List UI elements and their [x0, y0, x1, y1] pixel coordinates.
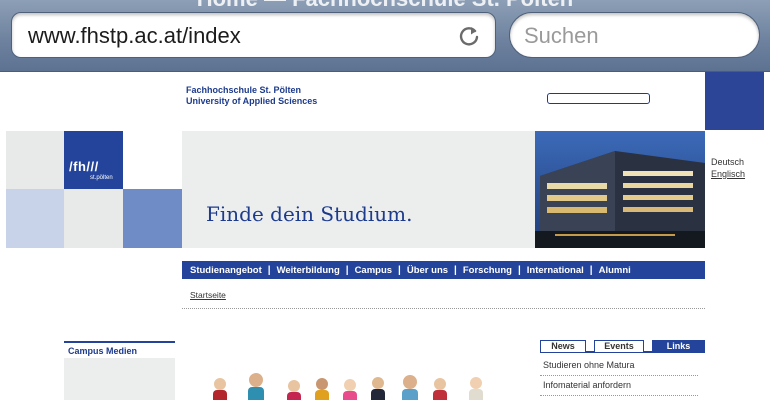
link-studieren-ohne-matura[interactable]: Studieren ohne Matura	[540, 356, 698, 376]
decor-square	[6, 189, 64, 248]
nav-separator: |	[345, 264, 349, 276]
campus-medien-box	[64, 358, 175, 400]
tab-news[interactable]: News	[540, 340, 586, 352]
main-nav: Studienangebot | Weiterbildung | Campus …	[182, 261, 705, 279]
nav-item-studienangebot[interactable]: Studienangebot	[190, 265, 262, 276]
campus-medien-heading[interactable]: Campus Medien	[64, 341, 175, 357]
divider	[182, 308, 705, 309]
url-bar[interactable]: www.fhstp.ac.at/index	[11, 12, 496, 58]
students-photo	[213, 373, 483, 400]
browser-toolbar: Home — Fachhochschule St. Pölten www.fhs…	[0, 0, 770, 72]
browser-search-input[interactable]	[524, 23, 744, 49]
breadcrumb-home[interactable]: Startseite	[190, 290, 226, 300]
institution-name-de: Fachhochschule St. Pölten	[186, 85, 302, 95]
decor-square	[64, 189, 123, 248]
fh-logo-subtext: st.pölten	[90, 175, 113, 181]
nav-item-alumni[interactable]: Alumni	[599, 265, 631, 276]
institution-name[interactable]: Fachhochschule St. Pölten University of …	[186, 85, 317, 107]
tab-events[interactable]: Events	[594, 340, 644, 352]
nav-item-ueber-uns[interactable]: Über uns	[407, 265, 448, 276]
language-link-english[interactable]: Englisch	[711, 169, 745, 179]
web-page: Fachhochschule St. Pölten University of …	[0, 72, 770, 400]
nav-item-weiterbildung[interactable]: Weiterbildung	[277, 265, 340, 276]
nav-separator: |	[454, 264, 457, 276]
news-tabs: News Events Links	[540, 340, 705, 353]
nav-separator: |	[398, 264, 401, 276]
browser-page-title: Home — Fachhochschule St. Pölten	[0, 0, 770, 12]
nav-separator: |	[267, 264, 271, 276]
nav-separator: |	[517, 264, 521, 276]
institution-name-en: University of Applied Sciences	[186, 96, 318, 106]
site-search-input[interactable]	[547, 93, 650, 104]
hero-banner: Finde dein Studium.	[182, 131, 535, 248]
banner-tagline: Finde dein Studium.	[206, 202, 413, 226]
nav-item-international[interactable]: International	[527, 265, 584, 276]
reload-icon[interactable]	[457, 24, 481, 48]
url-text: www.fhstp.ac.at/index	[28, 23, 241, 48]
fh-logo-text: /fh///	[69, 159, 99, 174]
language-current: Deutsch	[711, 157, 745, 167]
browser-search-bar[interactable]	[509, 12, 760, 58]
tab-links[interactable]: Links	[652, 340, 705, 352]
campus-building-photo	[535, 131, 705, 248]
nav-separator: |	[589, 264, 593, 276]
header-decor-block	[705, 72, 764, 130]
decor-square	[6, 131, 64, 189]
fh-logo[interactable]: /fh/// st.pölten	[64, 131, 123, 189]
links-list: Studieren ohne Matura Infomaterial anfor…	[540, 356, 698, 396]
language-switcher: Deutsch Englisch	[711, 156, 745, 180]
decor-square	[123, 189, 182, 248]
nav-item-forschung[interactable]: Forschung	[463, 265, 512, 276]
nav-item-campus[interactable]: Campus	[355, 265, 392, 276]
link-infomaterial-anfordern[interactable]: Infomaterial anfordern	[540, 376, 698, 396]
